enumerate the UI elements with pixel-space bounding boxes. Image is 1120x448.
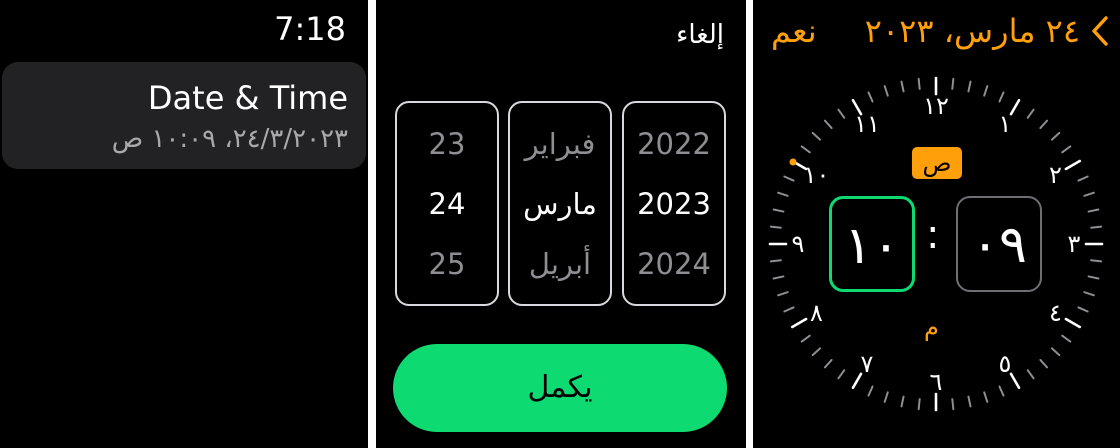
dial-tick: [900, 395, 905, 408]
dial-tick: [811, 347, 822, 357]
dial-tick: [983, 391, 989, 403]
dial-number: ١١: [854, 110, 880, 139]
dial-number: ٨: [810, 299, 823, 327]
dial-number: ٧: [860, 349, 874, 378]
minute-value: ٠٩: [971, 215, 1027, 275]
date-title: ٢٤ مارس، ٢٠٢٣: [864, 12, 1080, 50]
dial-tick: [917, 77, 921, 90]
dial-tick: [823, 119, 833, 130]
dial-tick: [1050, 347, 1061, 357]
settings-screen: 7:18 Date & Time ٢٤/٣/٢٠٢٣، ١٠:٠٩ ص: [0, 0, 368, 448]
pm-toggle[interactable]: م: [924, 313, 939, 341]
month-prev: فبراير: [524, 127, 596, 161]
dial-number: ٢: [1049, 161, 1062, 189]
dial-tick: [998, 91, 1005, 103]
dial-tick: [951, 398, 955, 411]
year-next: 2024: [637, 247, 711, 281]
done-button[interactable]: يكمل: [393, 344, 727, 432]
dial-tick: [837, 108, 846, 119]
dial-tick: [1026, 108, 1035, 119]
status-time: 7:18: [274, 10, 346, 48]
dial-tick: [1039, 119, 1049, 130]
dial-tick: [1061, 145, 1072, 154]
hour-value: ١٠: [844, 216, 900, 276]
month-next: أبريل: [528, 247, 592, 281]
confirm-button[interactable]: نعم: [771, 12, 817, 50]
dial-tick: [1090, 259, 1103, 263]
date-time-title: Date & Time: [147, 79, 348, 117]
dial-tick: [1039, 358, 1049, 369]
day-next: 25: [428, 247, 466, 281]
month-selected: مارس: [523, 187, 597, 221]
chevron-left-icon[interactable]: [1090, 14, 1110, 52]
time-separator: :: [926, 212, 940, 258]
dial-tick: [783, 175, 795, 182]
dial-tick: [867, 385, 874, 397]
dial-tick: [811, 131, 822, 141]
dial-tick: [1077, 306, 1089, 313]
dial-tick: [777, 291, 789, 297]
dial-tick: [1083, 291, 1095, 297]
dial-tick: [783, 306, 795, 313]
dial-tick: [998, 385, 1005, 397]
dial-tick: [967, 395, 972, 408]
day-prev: 23: [428, 127, 466, 161]
dial-tick: [1083, 191, 1095, 197]
cancel-button[interactable]: إلغاء: [676, 20, 724, 50]
dial-tick: [800, 334, 811, 343]
dial-tick: [1050, 131, 1061, 141]
am-toggle[interactable]: ص: [912, 147, 962, 179]
dial-tick: [772, 208, 785, 213]
dial-tick: [823, 358, 833, 369]
minute-field[interactable]: ٠٩: [956, 196, 1042, 292]
dial-tick: [1087, 275, 1100, 280]
dial-tick: [983, 85, 989, 97]
dial-tick: [1061, 334, 1072, 343]
dial-tick: [1077, 175, 1089, 182]
dial-tick: [777, 191, 789, 197]
date-time-value: ٢٤/٣/٢٠٢٣، ١٠:٠٩ ص: [111, 124, 348, 154]
dial-number: ٩: [791, 230, 805, 258]
dial-tick: [883, 391, 889, 403]
dial-tick: [867, 91, 874, 103]
dial-number: ٣: [1067, 230, 1081, 258]
month-picker-column[interactable]: فبراير مارس أبريل: [508, 101, 612, 306]
dial-tick: [800, 145, 811, 154]
dial-number: ١٠: [803, 161, 830, 189]
dial-number: ٦: [929, 368, 943, 396]
date-picker-screen: إلغاء 23 24 25 فبراير مارس أبريل 2022 20…: [376, 0, 746, 448]
dial-tick: [900, 80, 905, 93]
dial-tick: [1087, 208, 1100, 213]
dial-tick: [1090, 225, 1103, 229]
dial-tick: [951, 77, 955, 90]
dial-tick: [967, 80, 972, 93]
dial-tick: [883, 85, 889, 97]
year-prev: 2022: [637, 127, 711, 161]
dial-number: ١: [998, 110, 1012, 139]
done-button-label: يكمل: [527, 370, 593, 405]
dial-tick: [917, 398, 921, 411]
am-label: ص: [922, 149, 952, 177]
dial-number: ١٢: [923, 92, 949, 120]
dial-tick: [1026, 369, 1035, 380]
year-picker-column[interactable]: 2022 2023 2024: [622, 101, 726, 306]
hour-field[interactable]: ١٠: [829, 196, 915, 292]
dial-number: ٤: [1049, 299, 1062, 327]
dial-tick: [772, 275, 785, 280]
day-picker-column[interactable]: 23 24 25: [395, 101, 499, 306]
day-selected: 24: [428, 187, 466, 221]
date-time-item[interactable]: Date & Time ٢٤/٣/٢٠٢٣، ١٠:٠٩ ص: [2, 62, 366, 169]
dial-number: ٥: [998, 349, 1012, 378]
dial-tick: [837, 369, 846, 380]
dot-icon: [789, 158, 797, 166]
year-selected: 2023: [637, 187, 711, 221]
time-picker-screen: ٢٤ مارس، ٢٠٢٣ نعم ١٢ ١ ٢ ٣ ٤ ٥ ٦ ٧ ٨ ٩ ١٠ ١١ ص ١٠ :…: [753, 0, 1120, 448]
dial-tick: [769, 259, 782, 263]
dial-tick: [769, 225, 782, 229]
